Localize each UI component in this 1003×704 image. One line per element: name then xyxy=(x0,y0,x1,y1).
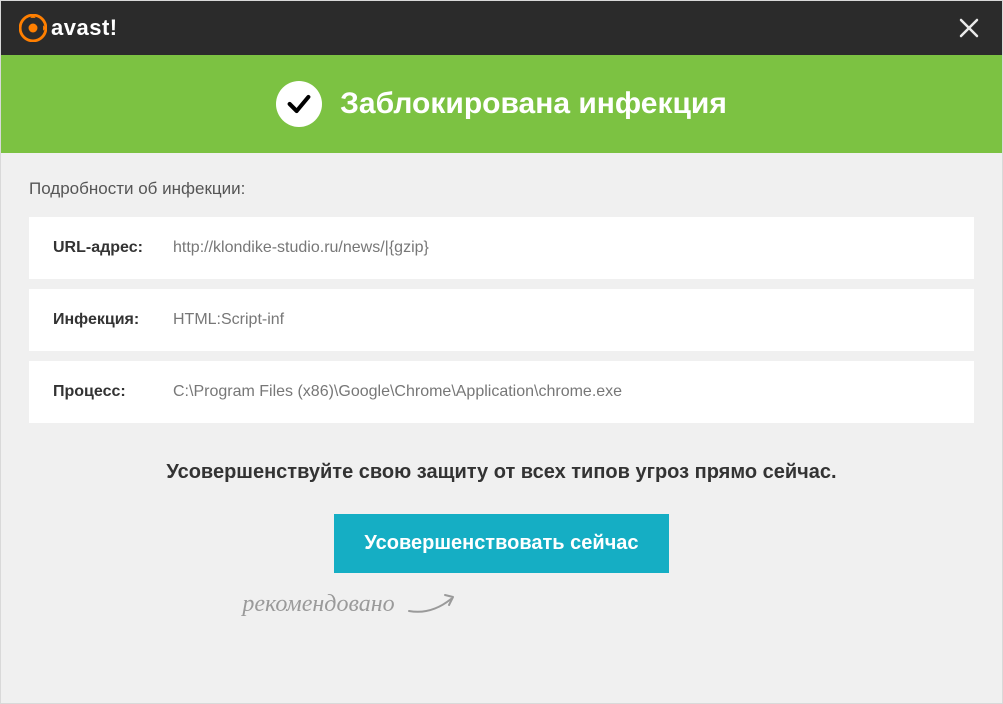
avast-logo-icon xyxy=(19,14,47,42)
recommend-text: рекомендовано xyxy=(242,591,394,618)
check-circle-icon xyxy=(276,81,322,127)
upgrade-heading: Усовершенствуйте свою защиту от всех тип… xyxy=(29,461,974,484)
status-banner: Заблокирована инфекция xyxy=(1,55,1002,153)
detail-row-url: URL-адрес: http://klondike-studio.ru/new… xyxy=(29,217,974,279)
banner-title: Заблокирована инфекция xyxy=(340,87,727,121)
close-button[interactable] xyxy=(952,11,986,45)
process-label: Процесс: xyxy=(53,383,173,401)
upgrade-area: Усовершенствуйте свою защиту от всех тип… xyxy=(29,433,974,621)
infection-value: HTML:Script-inf xyxy=(173,311,284,329)
close-icon xyxy=(958,17,980,39)
process-value: C:\Program Files (x86)\Google\Chrome\App… xyxy=(173,383,622,401)
detail-row-process: Процесс: C:\Program Files (x86)\Google\C… xyxy=(29,361,974,423)
content-area: Подробности об инфекции: URL-адрес: http… xyxy=(1,153,1002,621)
alert-window: avast! Заблокирована инфекция Подробност… xyxy=(0,0,1003,704)
details-heading: Подробности об инфекции: xyxy=(29,179,974,199)
arrow-icon xyxy=(405,587,465,621)
recommend-note: рекомендовано xyxy=(0,587,826,621)
upgrade-button[interactable]: Усовершенствовать сейчас xyxy=(334,514,668,573)
url-label: URL-адрес: xyxy=(53,239,173,257)
detail-row-infection: Инфекция: HTML:Script-inf xyxy=(29,289,974,351)
url-value: http://klondike-studio.ru/news/|{gzip} xyxy=(173,239,429,257)
infection-label: Инфекция: xyxy=(53,311,173,329)
titlebar: avast! xyxy=(1,1,1002,55)
brand-logo: avast! xyxy=(19,14,118,42)
brand-name: avast! xyxy=(51,15,118,41)
